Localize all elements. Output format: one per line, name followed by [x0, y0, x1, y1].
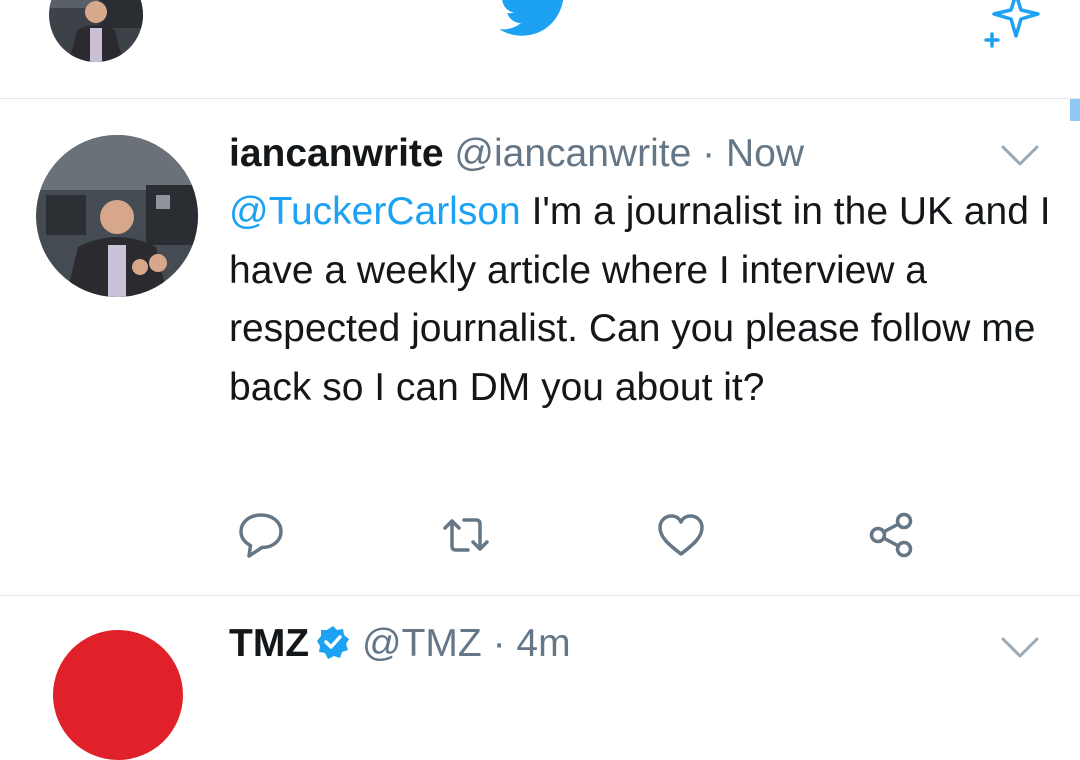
- chevron-down-icon[interactable]: [1000, 632, 1040, 662]
- display-name[interactable]: TMZ: [229, 622, 309, 665]
- separator-dot: ·: [702, 132, 716, 175]
- retweet-icon[interactable]: [441, 510, 491, 560]
- mention-link[interactable]: @TuckerCarlson: [229, 190, 521, 233]
- sparkle-icon[interactable]: [978, 0, 1044, 50]
- next-tweet-header: TMZ @TMZ · 4m: [229, 620, 571, 668]
- separator-dot: ·: [492, 622, 506, 665]
- tweet-author-avatar[interactable]: [36, 135, 198, 297]
- display-name[interactable]: iancanwrite: [229, 132, 444, 175]
- user-handle[interactable]: @TMZ: [362, 622, 482, 665]
- tweet-timestamp[interactable]: 4m: [516, 622, 570, 665]
- chevron-down-icon[interactable]: [1000, 140, 1040, 170]
- top-app-bar: [0, 0, 1080, 99]
- tmz-avatar[interactable]: [53, 630, 183, 760]
- twitter-bird-icon: [500, 0, 564, 36]
- tweet-timestamp[interactable]: Now: [726, 132, 804, 175]
- tweet-header: iancanwrite @iancanwrite · Now: [229, 130, 804, 178]
- tweet-text: @TuckerCarlson I'm a journalist in the U…: [229, 183, 1059, 417]
- share-icon[interactable]: [866, 510, 916, 560]
- verified-badge-icon: [317, 626, 350, 659]
- profile-avatar[interactable]: [49, 0, 143, 62]
- like-icon[interactable]: [656, 510, 706, 560]
- user-handle[interactable]: @iancanwrite: [454, 132, 691, 175]
- reply-icon[interactable]: [236, 510, 286, 560]
